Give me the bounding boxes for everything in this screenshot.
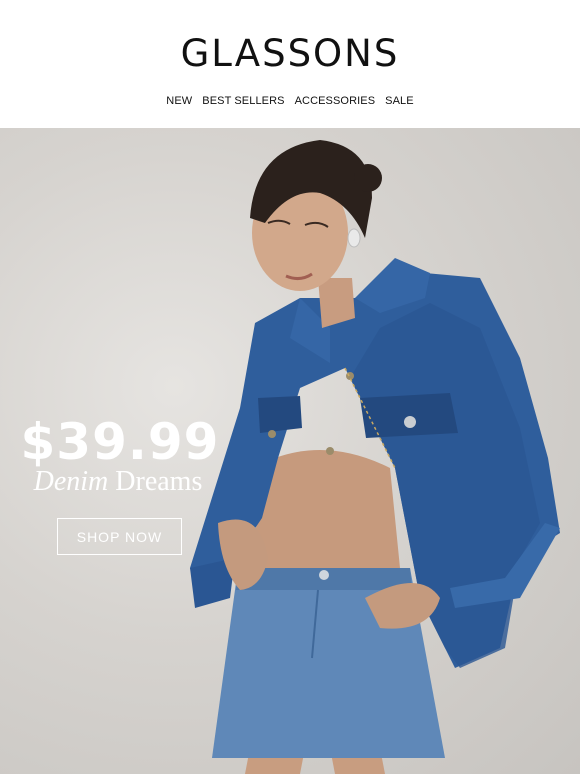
hero-tagline-rest: Dreams [115,466,203,497]
nav-item-new[interactable]: NEW [166,95,192,107]
hero-banner[interactable]: $39.99 Denim Dreams SHOP NOW [0,128,580,774]
nav-item-accessories[interactable]: ACCESSORIES [295,95,376,107]
hero-tagline-italic: Denim [33,466,109,497]
brand-logo[interactable]: GLASSONS [0,32,580,75]
hero-tagline: Denim Dreams [0,466,236,498]
main-nav: NEW BEST SELLERS ACCESSORIES SALE [0,95,580,107]
shop-now-button[interactable]: SHOP NOW [57,518,182,555]
email-header: GLASSONS NEW BEST SELLERS ACCESSORIES SA… [0,0,580,128]
hero-price: $39.99 [20,413,220,471]
nav-item-sale[interactable]: SALE [385,95,414,107]
nav-item-best-sellers[interactable]: BEST SELLERS [202,95,284,107]
